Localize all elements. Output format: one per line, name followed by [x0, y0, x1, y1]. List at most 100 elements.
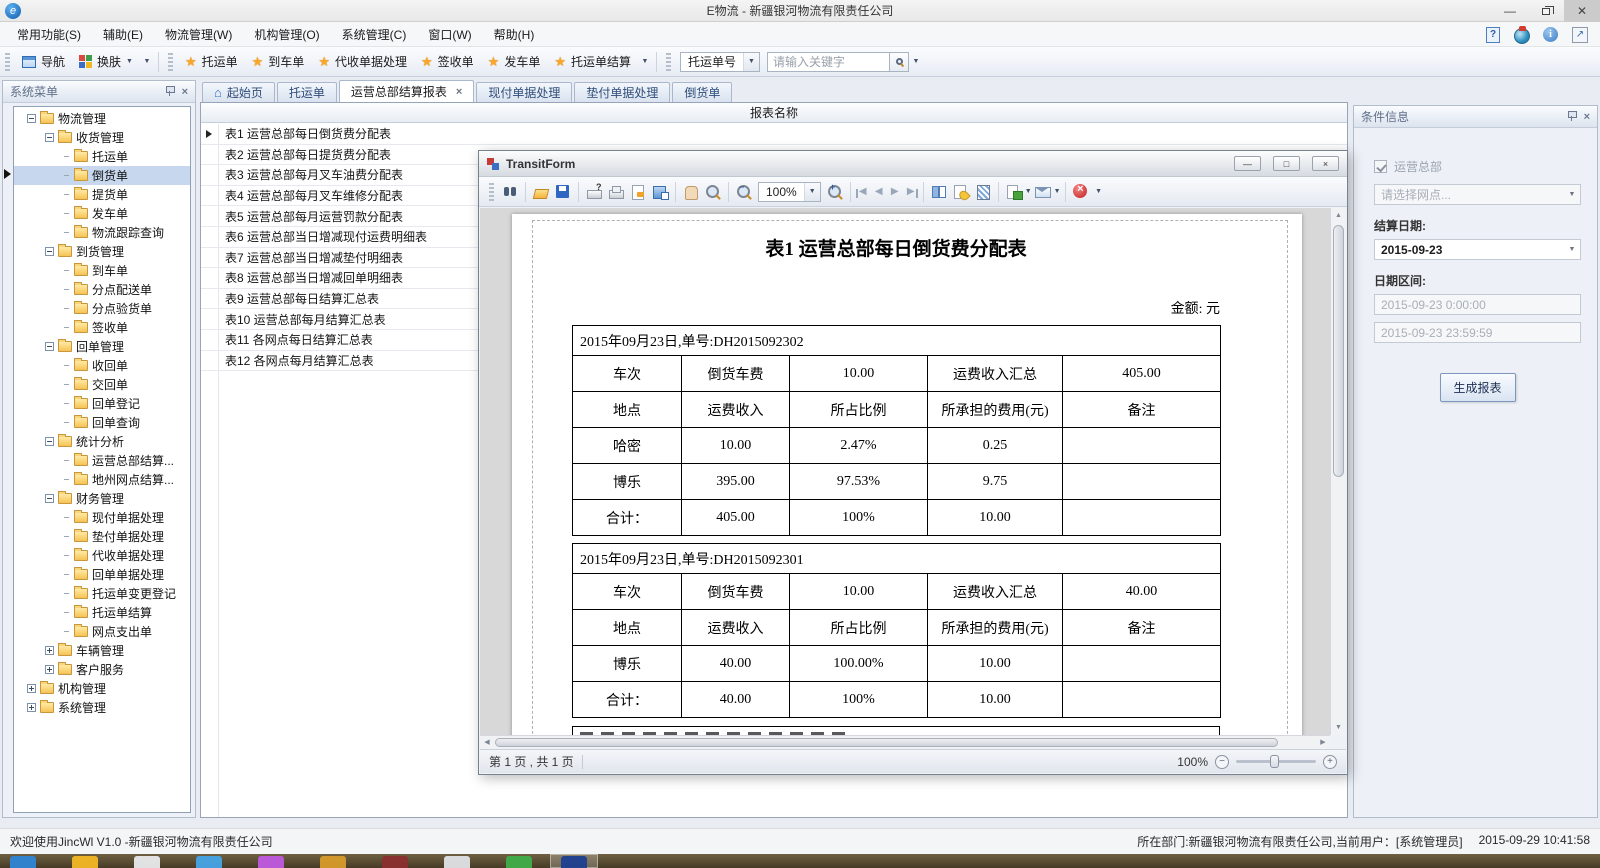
statistics-icon[interactable]	[1571, 26, 1588, 43]
save-icon[interactable]	[554, 183, 572, 201]
pin-icon[interactable]	[1567, 110, 1576, 124]
tree-item[interactable]: 托运单结算	[14, 603, 190, 622]
zoom-slider-knob[interactable]	[1270, 755, 1279, 768]
tree-item[interactable]: 财务管理	[14, 489, 190, 508]
zoom-out-button[interactable]: −	[1215, 755, 1229, 769]
search-overflow-button[interactable]: ▼	[909, 50, 923, 74]
zoom-in-icon[interactable]: +	[826, 183, 844, 201]
expand-toggle-icon[interactable]	[63, 532, 70, 541]
find-icon[interactable]	[501, 183, 519, 201]
scroll-up-icon[interactable]: ▲	[1331, 208, 1346, 223]
tree-item[interactable]: 回单查询	[14, 413, 190, 432]
zoom-out-icon[interactable]: −	[735, 183, 753, 201]
expand-toggle-icon[interactable]	[45, 437, 54, 446]
taskbar-icon[interactable]	[258, 856, 284, 868]
help-doc-icon[interactable]	[1484, 26, 1501, 43]
tree-item[interactable]: 倒货单	[14, 166, 190, 185]
favorite-shortcut-button[interactable]: ★ 托运单结算	[547, 49, 638, 74]
tab-advance-docs[interactable]: 垫付单据处理	[574, 82, 670, 102]
outline-icon[interactable]	[930, 183, 948, 201]
favorites-overflow-button[interactable]: ▼	[638, 50, 652, 74]
export-icon[interactable]	[1005, 183, 1023, 201]
skin-button[interactable]: 换肤 ▼	[72, 49, 140, 74]
pan-icon[interactable]	[682, 183, 700, 201]
taskbar-icon[interactable]	[382, 856, 408, 868]
expand-toggle-icon[interactable]	[27, 114, 36, 123]
close-button[interactable]: ×	[1312, 156, 1339, 171]
tree-item[interactable]: 分点验货单	[14, 299, 190, 318]
tree-item[interactable]: 现付单据处理	[14, 508, 190, 527]
search-input[interactable]	[767, 52, 889, 72]
print-icon[interactable]	[607, 183, 625, 201]
favorite-shortcut-button[interactable]: ★ 签收单	[414, 49, 481, 74]
expand-toggle-icon[interactable]	[45, 342, 54, 351]
expand-toggle-icon[interactable]	[63, 570, 70, 579]
tab-transfer-order[interactable]: 倒货单	[672, 82, 732, 102]
close-report-icon[interactable]	[1072, 183, 1090, 201]
toolbar-overflow-button[interactable]: ▼	[1092, 180, 1106, 204]
open-icon[interactable]	[532, 183, 550, 201]
taskbar-icon[interactable]	[561, 856, 587, 868]
minimize-button[interactable]: —	[1492, 0, 1528, 22]
tree-item[interactable]: 代收单据处理	[14, 546, 190, 565]
tree-item[interactable]: 到车单	[14, 261, 190, 280]
language-globe-icon[interactable]	[1513, 26, 1530, 43]
tree-item[interactable]: 到货管理	[14, 242, 190, 261]
menu-item[interactable]: 窗口(W)	[417, 22, 482, 47]
expand-toggle-icon[interactable]	[63, 323, 70, 332]
tree-item[interactable]: 托运单变更登记	[14, 584, 190, 603]
expand-toggle-icon[interactable]	[63, 380, 70, 389]
about-info-icon[interactable]	[1542, 26, 1559, 43]
taskbar-icon[interactable]	[506, 856, 532, 868]
range-start-field[interactable]: 2015-09-23 0:00:00	[1374, 294, 1581, 315]
tree-item[interactable]: 托运单	[14, 147, 190, 166]
page-setup-icon[interactable]	[629, 183, 647, 201]
expand-toggle-icon[interactable]	[63, 190, 70, 199]
expand-toggle-icon[interactable]	[63, 608, 70, 617]
expand-toggle-icon[interactable]	[45, 247, 54, 256]
pin-icon[interactable]	[165, 85, 174, 99]
expand-toggle-icon[interactable]	[27, 703, 36, 712]
taskbar-icon[interactable]	[196, 856, 222, 868]
taskbar[interactable]	[0, 854, 1600, 868]
zoom-slider[interactable]	[1236, 760, 1316, 763]
expand-toggle-icon[interactable]	[63, 228, 70, 237]
tree-item[interactable]: 车辆管理	[14, 641, 190, 660]
background-icon[interactable]	[952, 183, 970, 201]
search-button[interactable]	[889, 52, 909, 72]
expand-toggle-icon[interactable]	[63, 627, 70, 636]
checkbox-checked-icon[interactable]	[1374, 160, 1387, 173]
expand-toggle-icon[interactable]	[63, 209, 70, 218]
taskbar-icon[interactable]	[72, 856, 98, 868]
toolbar-grip[interactable]	[5, 53, 10, 71]
report-list-header[interactable]: 报表名称	[201, 103, 1347, 123]
expand-toggle-icon[interactable]	[63, 513, 70, 522]
expand-toggle-icon[interactable]	[63, 266, 70, 275]
menu-item[interactable]: 物流管理(W)	[154, 22, 243, 47]
toolbar-grip[interactable]	[666, 53, 671, 71]
horizontal-scrollbar[interactable]: ◀ ▶	[480, 735, 1330, 749]
scroll-down-icon[interactable]: ▼	[1331, 720, 1346, 735]
vertical-scrollbar[interactable]: ▲ ▼	[1330, 208, 1346, 735]
hq-checkbox-row[interactable]: 运营总部	[1374, 158, 1581, 175]
favorite-shortcut-button[interactable]: ★ 到车单	[245, 49, 312, 74]
chevron-down-icon[interactable]: ▼	[1054, 188, 1061, 195]
expand-toggle-icon[interactable]	[45, 494, 54, 503]
minimize-button[interactable]: —	[1234, 156, 1261, 171]
expand-toggle-icon[interactable]	[63, 475, 70, 484]
scrollbar-thumb[interactable]	[1333, 225, 1344, 477]
expand-toggle-icon[interactable]	[63, 456, 70, 465]
tab-cash-docs[interactable]: 现付单据处理	[476, 82, 572, 102]
prev-page-icon[interactable]: ◀	[871, 186, 887, 197]
tree-item[interactable]: 收回单	[14, 356, 190, 375]
tree-item[interactable]: 分点配送单	[14, 280, 190, 299]
expand-toggle-icon[interactable]	[63, 551, 70, 560]
tree-item[interactable]: 机构管理	[14, 679, 190, 698]
maximize-button[interactable]: □	[1273, 156, 1300, 171]
tree-item[interactable]: 客户服务	[14, 660, 190, 679]
expand-toggle-icon[interactable]	[63, 171, 70, 180]
toolbar-overflow-button[interactable]: ▼	[140, 50, 154, 74]
tree-item[interactable]: 收货管理	[14, 128, 190, 147]
toolbar-grip[interactable]	[168, 53, 173, 71]
taskbar-icon[interactable]	[134, 856, 160, 868]
